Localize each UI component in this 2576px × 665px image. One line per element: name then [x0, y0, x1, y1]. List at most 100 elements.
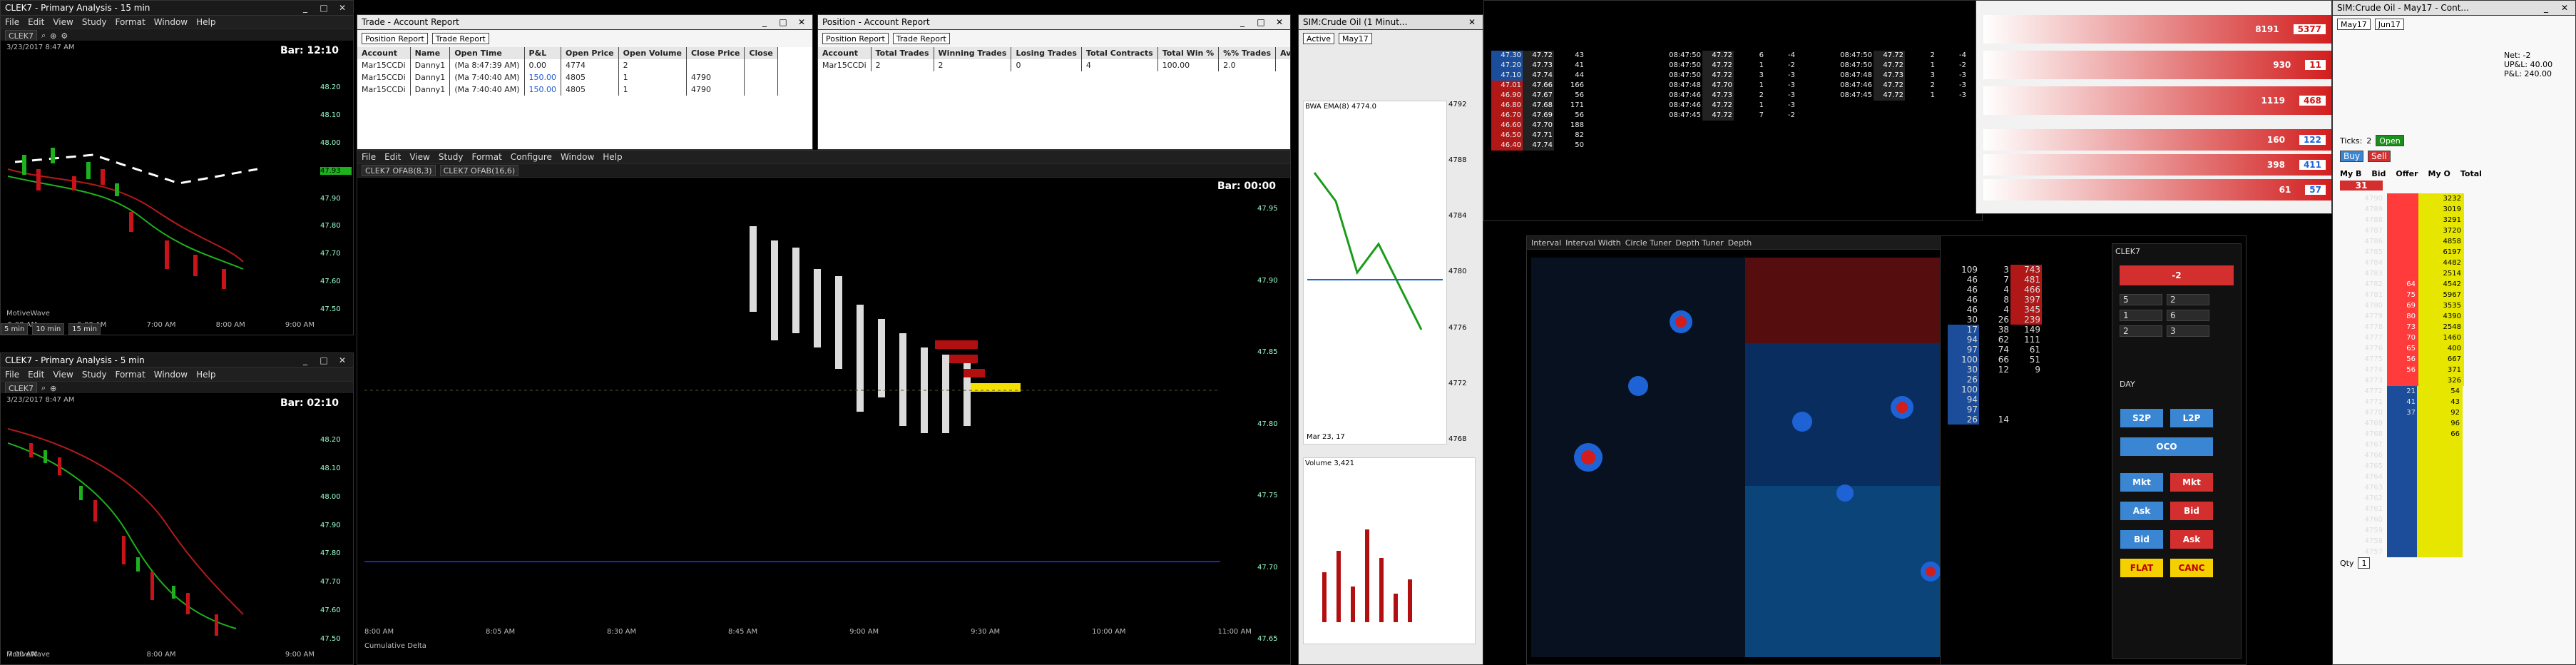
dom-row[interactable]: 4759	[2340, 525, 2464, 536]
ladder-row[interactable]: 08:47:46 47.72 1 -3	[1655, 101, 1796, 111]
ladder-row[interactable]: 46.50 47.71 82	[1491, 131, 1617, 141]
menu-study[interactable]: Study	[82, 17, 107, 27]
dom-row[interactable]: 4763	[2340, 482, 2464, 493]
maximize-icon[interactable]: □	[317, 2, 330, 14]
dom-row[interactable]: 4790 3232	[2340, 193, 2464, 204]
order-row[interactable]: 30 12 9	[1948, 365, 2042, 375]
dom-row[interactable]: 4760	[2340, 514, 2464, 525]
menu-file[interactable]: File	[5, 370, 19, 380]
order-row[interactable]: 46 8 397	[1948, 295, 2042, 305]
menu-window[interactable]: Window	[154, 370, 188, 380]
cancel-button[interactable]: CANC	[2169, 558, 2214, 578]
heatmap-canvas[interactable]	[1531, 258, 1988, 657]
qty-button[interactable]: 6	[2167, 310, 2209, 321]
menu-file[interactable]: File	[5, 17, 19, 27]
minimize-icon[interactable]: _	[299, 2, 312, 14]
maximize-icon[interactable]: □	[777, 16, 789, 28]
close-icon[interactable]: ✕	[1466, 16, 1478, 28]
dom-row[interactable]: 4780 69 3535	[2340, 300, 2464, 311]
ladder-row[interactable]: 47.20 47.73 41	[1491, 61, 1617, 71]
order-row[interactable]: 100 66 51	[1948, 355, 2042, 365]
menu-edit[interactable]: Edit	[384, 152, 401, 162]
menu-help[interactable]: Help	[196, 370, 215, 380]
close-icon[interactable]: ✕	[795, 16, 808, 28]
menu-window[interactable]: Window	[154, 17, 188, 27]
order-row[interactable]: 26 14	[1948, 415, 2042, 425]
interval-10min[interactable]: 10 min	[32, 323, 65, 335]
dom-row[interactable]: 4785 6197	[2340, 247, 2464, 258]
menu-format[interactable]: Format	[471, 152, 501, 162]
s2p-button[interactable]: S2P	[2120, 408, 2164, 428]
ladder-row[interactable]: 08:47:50 47.72 2 -4	[1826, 51, 1968, 61]
ladder-row[interactable]: 46.90 47.67 56	[1491, 91, 1617, 101]
ladder-row[interactable]: 08:47:50 47.72 6 -4	[1655, 51, 1796, 61]
table-row[interactable]: Mar15CCDi 2 2 0 4 100.00 2.0	[818, 59, 1290, 71]
menu-study[interactable]: Study	[439, 152, 464, 162]
dom-row[interactable]: 4777 70 1460	[2340, 332, 2464, 343]
tab-position-report[interactable]: Position Report	[822, 33, 889, 44]
menu-help[interactable]: Help	[603, 152, 622, 162]
tab-jun17[interactable]: Jun17	[2374, 19, 2404, 30]
menu-format[interactable]: Format	[115, 17, 145, 27]
dom-row[interactable]: 4778 73 2548	[2340, 322, 2464, 332]
table-row[interactable]: Mar15CCDi Danny1 (Ma 7:40:40 AM) 150.00 …	[357, 71, 778, 83]
qty-button[interactable]: 1	[2120, 310, 2162, 321]
search-icon[interactable]: ⌕	[41, 383, 46, 393]
ladder-row[interactable]: 08:47:45 47.72 7 -2	[1655, 111, 1796, 121]
buy-ask-button[interactable]: Ask	[2120, 501, 2164, 521]
close-icon[interactable]: ✕	[2558, 2, 2571, 14]
menu-window[interactable]: Window	[561, 152, 594, 162]
tab-ofab-8-3[interactable]: CLEK7 OFAB(8,3)	[362, 165, 436, 176]
order-row[interactable]: 46 4 345	[1948, 305, 2042, 315]
dom-row[interactable]: 4774 56 371	[2340, 365, 2464, 375]
qty-button[interactable]: 5	[2120, 294, 2162, 305]
ladder-row[interactable]: 46.60 47.70 188	[1491, 121, 1617, 131]
menu-edit[interactable]: Edit	[28, 370, 44, 380]
dom-row[interactable]: 4768 66	[2340, 429, 2464, 440]
dom-row[interactable]: 4773 326	[2340, 375, 2464, 386]
dom-row[interactable]: 4765	[2340, 461, 2464, 472]
chart-area[interactable]: 3/23/2017 8:47 AM Bar: 02:10 48.20 48.10…	[1, 393, 353, 664]
sim-price-chart[interactable]: BWA EMA(8) 4774.0 Mar 23, 17	[1303, 101, 1447, 445]
tab-may17[interactable]: May17	[1339, 33, 1372, 44]
menu-study[interactable]: Study	[82, 370, 107, 380]
ladder-row[interactable]: 08:47:46 47.72 2 -3	[1826, 81, 1968, 91]
qty-button[interactable]: 3	[2167, 325, 2209, 337]
chart-area[interactable]: Bar: 00:00 47.95 47.90 47.85 47.80 47.75…	[357, 176, 1290, 664]
dom-row[interactable]: 4781 75 5967	[2340, 290, 2464, 300]
maximize-icon[interactable]: □	[317, 355, 330, 366]
order-row[interactable]: 30 26 239	[1948, 315, 2042, 325]
ladder-row[interactable]: 08:47:50 47.72 3 -3	[1655, 71, 1796, 81]
minimize-icon[interactable]: _	[2540, 2, 2552, 14]
table-row[interactable]: Mar15CCDi Danny1 (Ma 7:40:40 AM) 150.00 …	[357, 83, 778, 96]
dom-row[interactable]: 4770 37 92	[2340, 407, 2464, 418]
dom-row[interactable]: 4775 56 667	[2340, 354, 2464, 365]
order-row[interactable]: 97 74 61	[1948, 345, 2042, 355]
ladder-row[interactable]: 47.30 47.72 43	[1491, 51, 1617, 61]
dom-row[interactable]: 4757	[2340, 547, 2464, 557]
tab-position-report[interactable]: Position Report	[362, 33, 428, 44]
minimize-icon[interactable]: _	[758, 16, 771, 28]
qty-button[interactable]: 2	[2167, 294, 2209, 305]
symbol-chip[interactable]: CLEK7	[5, 382, 37, 394]
buy-mkt-button[interactable]: Mkt	[2120, 472, 2164, 492]
dom-row[interactable]: 4772 21 54	[2340, 386, 2464, 397]
menu-help[interactable]: Help	[196, 17, 215, 27]
order-row[interactable]: 94	[1948, 395, 2042, 405]
qty-input[interactable]: 1	[2358, 557, 2371, 569]
symbol-chip[interactable]: CLEK7	[5, 30, 37, 41]
ladder-row[interactable]: 08:47:50 47.72 1 -2	[1655, 61, 1796, 71]
menu-file[interactable]: File	[362, 152, 376, 162]
dom-row[interactable]: 4767	[2340, 440, 2464, 450]
buy-button[interactable]: Buy	[2340, 151, 2363, 162]
tab-trade-report[interactable]: Trade Report	[892, 33, 950, 44]
ladder-row[interactable]: 08:47:48 47.70 1 -3	[1655, 81, 1796, 91]
dom-row[interactable]: 4761	[2340, 504, 2464, 514]
l2p-button[interactable]: L2P	[2169, 408, 2214, 428]
menu-format[interactable]: Format	[115, 370, 145, 380]
ladder-row[interactable]: 47.01 47.66 166	[1491, 81, 1617, 91]
dom-row[interactable]: 4784 4482	[2340, 258, 2464, 268]
ladder-row[interactable]: 46.70 47.69 56	[1491, 111, 1617, 121]
sell-button[interactable]: Sell	[2367, 151, 2391, 162]
tab-active[interactable]: Active	[1303, 33, 1335, 44]
